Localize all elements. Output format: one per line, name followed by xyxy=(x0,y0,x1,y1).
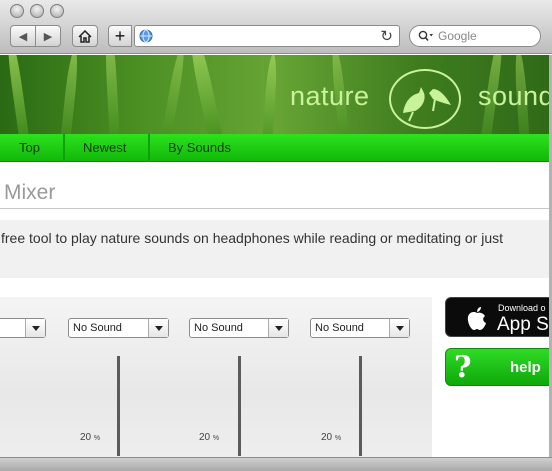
volume-slider[interactable] xyxy=(238,356,241,456)
forward-button[interactable]: ▶ xyxy=(35,25,61,47)
mixer-panel: 20 % No Sound 20 % No Sound 20 % No Soun… xyxy=(0,297,432,457)
nav-item-top[interactable]: Top xyxy=(19,134,40,162)
banner-title-right: sound xyxy=(478,81,552,111)
site-banner: nature sound xyxy=(0,55,552,134)
back-button[interactable]: ◀ xyxy=(10,25,36,47)
close-window-button[interactable] xyxy=(10,4,24,18)
address-bar[interactable]: ↻ xyxy=(134,25,400,47)
title-divider xyxy=(0,208,552,209)
nav-divider xyxy=(63,134,65,162)
browser-window: ◀ ▶ + ↻ Google nature sound Top Newest B… xyxy=(0,0,552,471)
dropdown-arrow-icon xyxy=(148,319,168,337)
app-store-badge[interactable]: Download o App St xyxy=(445,297,552,337)
volume-readout: 20 % xyxy=(80,432,101,443)
grass-blade xyxy=(60,55,80,134)
nav-item-newest[interactable]: Newest xyxy=(83,134,126,162)
sound-select[interactable]: No Sound xyxy=(189,318,289,338)
grass-blade xyxy=(103,55,120,134)
reload-icon[interactable]: ↻ xyxy=(380,27,393,45)
minimize-window-button[interactable] xyxy=(30,4,44,18)
dropdown-arrow-icon xyxy=(25,319,45,337)
question-mark-icon: ? xyxy=(454,350,472,385)
search-field[interactable]: Google xyxy=(409,25,541,47)
page-title: Mixer xyxy=(4,181,56,204)
search-placeholder: Google xyxy=(438,29,477,43)
volume-slider[interactable] xyxy=(359,356,362,456)
help-label: help xyxy=(510,359,541,376)
add-bookmark-button[interactable]: + xyxy=(108,25,132,47)
intro-box: free tool to play nature sounds on headp… xyxy=(0,220,552,278)
sound-select[interactable]: No Sound xyxy=(310,318,410,338)
browser-toolbar: ◀ ▶ + ↻ Google xyxy=(0,0,552,54)
home-button[interactable] xyxy=(72,25,98,47)
grass-blade xyxy=(160,55,188,134)
grass-blade xyxy=(186,55,224,134)
sound-select[interactable] xyxy=(0,318,46,338)
help-button[interactable]: ? help xyxy=(445,348,552,386)
volume-readout: 20 % xyxy=(321,432,342,443)
nav-item-by-sounds[interactable]: By Sounds xyxy=(168,134,231,162)
dropdown-arrow-icon xyxy=(389,319,409,337)
plus-icon: + xyxy=(114,25,126,46)
forward-arrow-icon: ▶ xyxy=(43,30,53,43)
intro-text: free tool to play nature sounds on headp… xyxy=(1,230,503,246)
grass-blade xyxy=(4,55,30,134)
globe-icon xyxy=(139,29,153,43)
nav-divider xyxy=(148,134,150,162)
dropdown-arrow-icon xyxy=(268,319,288,337)
volume-readout: 20 % xyxy=(199,432,220,443)
back-arrow-icon: ◀ xyxy=(18,30,28,43)
sound-select[interactable]: No Sound xyxy=(68,318,169,338)
main-navigation: Top Newest By Sounds xyxy=(0,134,552,162)
status-bar xyxy=(0,457,552,471)
app-store-big-text: App St xyxy=(497,314,552,335)
search-icon xyxy=(418,30,433,41)
birds-logo xyxy=(389,69,461,129)
birds-icon xyxy=(403,87,451,122)
volume-slider[interactable] xyxy=(117,356,120,456)
banner-title-left: nature xyxy=(290,81,370,111)
apple-logo-icon xyxy=(467,307,486,330)
app-store-small-text: Download o xyxy=(498,303,546,313)
zoom-window-button[interactable] xyxy=(50,4,64,18)
home-icon xyxy=(78,29,92,43)
grass-blade xyxy=(262,55,279,134)
